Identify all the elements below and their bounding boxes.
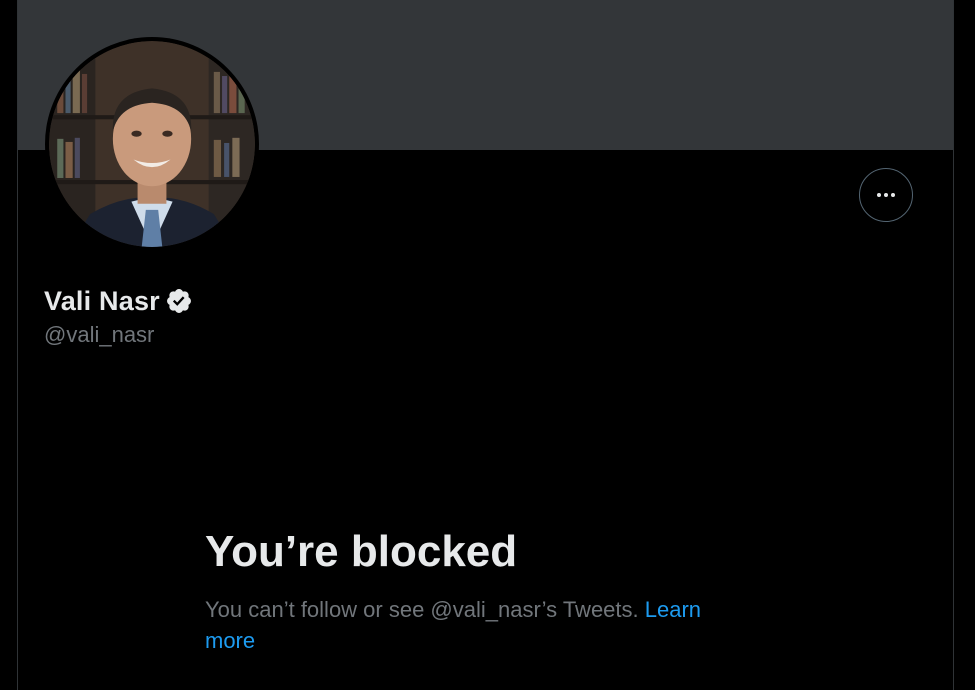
blocked-message: You can’t follow or see @vali_nasr’s Twe… [205, 597, 639, 622]
more-horizontal-icon [877, 193, 895, 197]
blocked-title: You’re blocked [205, 527, 518, 576]
profile-page: Vali Nasr @vali_nasr You’re blocked You … [0, 0, 975, 690]
profile-column: Vali Nasr @vali_nasr You’re blocked You … [17, 0, 954, 690]
verified-badge-icon[interactable] [165, 287, 193, 315]
profile-handle: @vali_nasr [44, 322, 155, 347]
avatar-photo [49, 41, 255, 247]
blocked-message-container: You can’t follow or see @vali_nasr’s Twe… [205, 594, 745, 656]
profile-name-row: Vali Nasr [44, 283, 193, 319]
avatar[interactable] [45, 37, 259, 251]
profile-display-name: Vali Nasr [44, 286, 160, 316]
blocked-notice: You’re blocked You can’t follow or see @… [205, 525, 765, 656]
more-options-button[interactable] [859, 168, 913, 222]
